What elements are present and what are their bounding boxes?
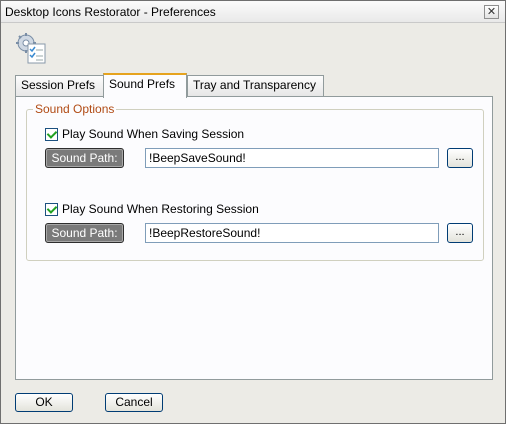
- tab-sound-prefs[interactable]: Sound Prefs: [103, 73, 187, 98]
- window-title: Desktop Icons Restorator - Preferences: [5, 5, 216, 19]
- preferences-window: Desktop Icons Restorator - Preferences ✕…: [0, 0, 506, 424]
- sound-options-group: Sound Options Play Sound When Saving Ses…: [26, 102, 484, 261]
- ok-button[interactable]: OK: [15, 393, 73, 412]
- restoring-sound-checkbox-row[interactable]: Play Sound When Restoring Session: [45, 201, 259, 217]
- play-sound-saving-label: Play Sound When Saving Session: [62, 127, 245, 141]
- close-icon[interactable]: ✕: [484, 5, 499, 19]
- restoring-sound-path-input[interactable]: !BeepRestoreSound!: [145, 223, 439, 243]
- title-bar[interactable]: Desktop Icons Restorator - Preferences ✕: [1, 1, 505, 23]
- saving-sound-checkbox-row[interactable]: Play Sound When Saving Session: [45, 126, 244, 142]
- tab-session-prefs[interactable]: Session Prefs: [15, 75, 105, 96]
- cancel-button[interactable]: Cancel: [105, 393, 163, 412]
- restoring-sound-browse-button[interactable]: ...: [447, 223, 473, 243]
- sound-prefs-panel: Sound Options Play Sound When Saving Ses…: [15, 96, 493, 380]
- saving-sound-path-button[interactable]: Sound Path:: [45, 148, 124, 168]
- play-sound-saving-checkbox[interactable]: [45, 127, 58, 141]
- play-sound-restoring-label: Play Sound When Restoring Session: [62, 202, 259, 216]
- play-sound-restoring-checkbox[interactable]: [45, 202, 58, 216]
- tab-tray-and-transparency[interactable]: Tray and Transparency: [187, 75, 324, 96]
- restoring-sound-path-button[interactable]: Sound Path:: [45, 223, 124, 243]
- saving-sound-path-input[interactable]: !BeepSaveSound!: [145, 148, 439, 168]
- preferences-gear-checklist-icon: [15, 33, 47, 65]
- saving-sound-browse-button[interactable]: ...: [447, 148, 473, 168]
- group-title: Sound Options: [33, 102, 117, 116]
